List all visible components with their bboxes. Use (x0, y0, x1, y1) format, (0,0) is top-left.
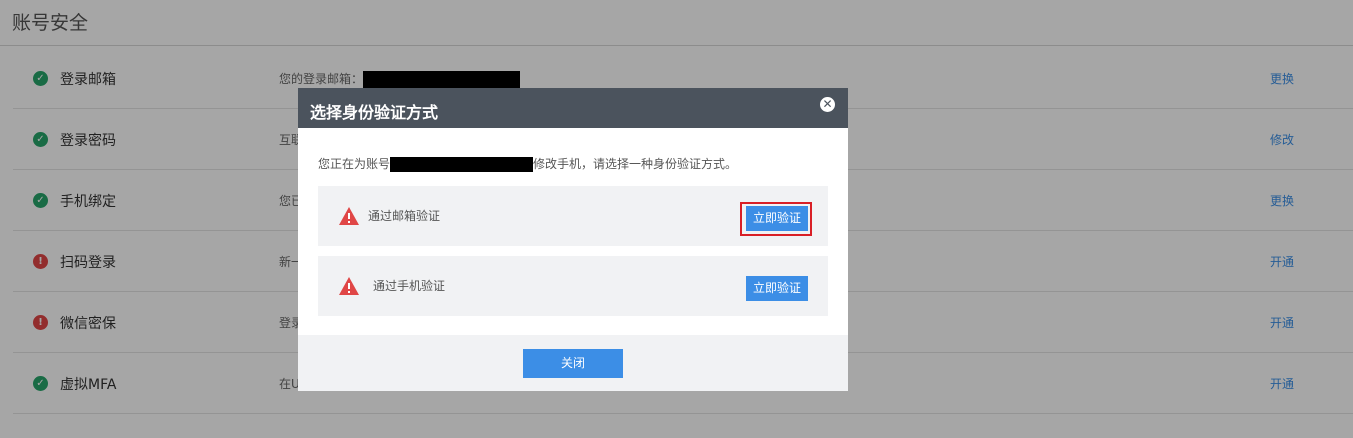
verify-option-label: 通过手机验证 (373, 279, 446, 293)
redacted-account (390, 157, 534, 172)
verify-option-phone: 通过手机验证 立即验证 (318, 256, 828, 316)
warning-triangle-icon (339, 277, 359, 295)
identity-verification-dialog: 选择身份验证方式 ✕ 您正在为账号 修改手机，请选择一种身份验证方式。 通过邮箱验… (298, 88, 848, 391)
close-button[interactable]: 关闭 (523, 349, 623, 378)
prompt-prefix: 您正在为账号 (318, 157, 391, 171)
close-icon[interactable]: ✕ (820, 97, 835, 112)
verify-option-label: 通过邮箱验证 (368, 209, 441, 223)
verify-phone-button[interactable]: 立即验证 (746, 276, 808, 301)
dialog-header: 选择身份验证方式 ✕ (298, 88, 848, 128)
dialog-prompt: 您正在为账号 修改手机，请选择一种身份验证方式。 (318, 155, 737, 172)
highlight-box (740, 202, 812, 236)
dialog-title: 选择身份验证方式 (310, 103, 439, 122)
prompt-suffix: 修改手机，请选择一种身份验证方式。 (533, 157, 738, 171)
dialog-footer: 关闭 (298, 335, 848, 391)
warning-triangle-icon (339, 207, 359, 225)
